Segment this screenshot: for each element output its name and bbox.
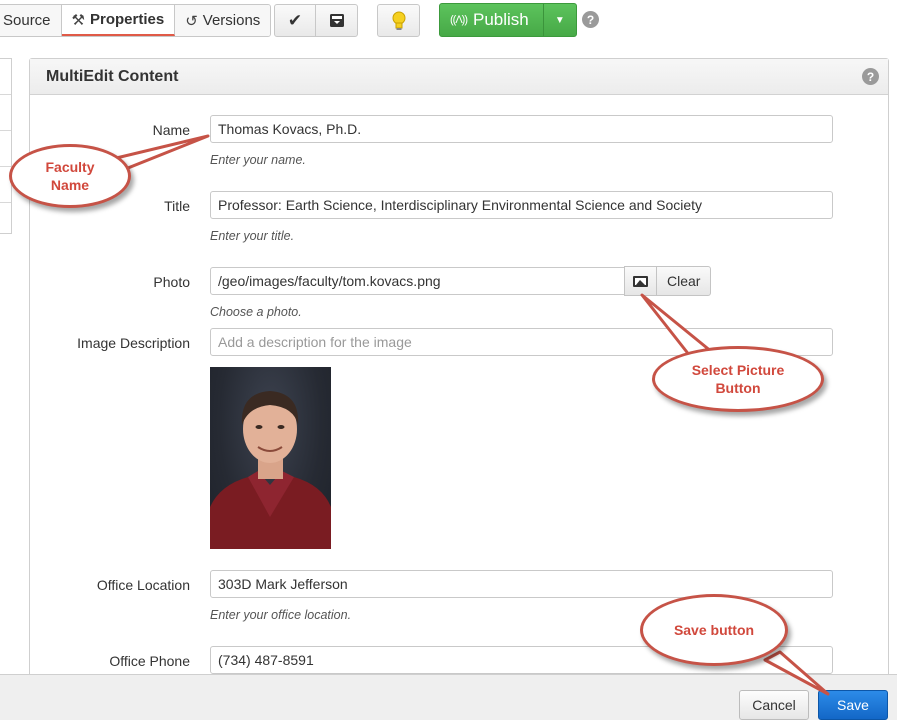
save-button-callout: Save button <box>640 594 788 666</box>
tips-button-group <box>377 4 420 37</box>
panel-title: MultiEdit Content <box>30 59 888 95</box>
portrait-image <box>210 391 331 549</box>
action-button-group: ✔ <box>274 4 358 37</box>
panel-help-icon[interactable]: ? <box>862 68 879 85</box>
tips-button[interactable] <box>378 5 419 36</box>
tab-versions-label: Versions <box>202 12 261 29</box>
tab-properties-label: Properties <box>89 11 165 28</box>
faculty-photo-preview <box>210 367 331 549</box>
faculty-name-callout-line1: Faculty <box>45 159 95 175</box>
side-nav-item[interactable] <box>0 59 11 95</box>
lightbulb-icon <box>392 11 405 30</box>
save-button[interactable]: Save <box>818 690 888 720</box>
tab-properties[interactable]: ⚒ Properties <box>61 5 176 36</box>
form-footer: Cancel Save <box>0 674 897 720</box>
title-input[interactable]: Professor: Earth Science, Interdisciplin… <box>210 191 833 219</box>
office-location-input[interactable]: 303D Mark Jefferson <box>210 570 833 598</box>
office-location-hint: Enter your office location. <box>210 608 352 622</box>
check-in-button[interactable]: ✔ <box>275 5 316 36</box>
name-input[interactable]: Thomas Kovacs, Ph.D. <box>210 115 833 143</box>
publish-label: Publish <box>473 10 529 29</box>
name-label: Name <box>152 122 190 138</box>
caret-down-icon: ▼ <box>554 14 565 26</box>
history-icon: ↺ <box>185 12 198 30</box>
office-location-label: Office Location <box>96 577 190 593</box>
clear-photo-button[interactable]: Clear <box>656 266 712 296</box>
tab-source[interactable]: Source <box>0 5 62 36</box>
select-picture-callout-line2: Button <box>715 380 761 396</box>
cancel-button[interactable]: Cancel <box>739 690 809 720</box>
publish-button[interactable]: ((Λ)) Publish <box>440 4 544 36</box>
archive-button[interactable] <box>316 5 357 36</box>
photo-path-input[interactable]: /geo/images/faculty/tom.kovacs.png <box>210 267 625 295</box>
picture-icon <box>633 275 648 287</box>
title-hint: Enter your title. <box>210 229 295 243</box>
archive-icon <box>329 14 344 27</box>
faculty-name-callout: Faculty Name <box>9 144 131 208</box>
tab-source-label: Source <box>3 12 51 29</box>
faculty-name-callout-line2: Name <box>50 177 90 193</box>
top-toolbar: Source ⚒ Properties ↺ Versions ✔ ((Λ)) P… <box>0 0 897 46</box>
help-icon[interactable]: ? <box>582 11 599 28</box>
publish-button-group: ((Λ)) Publish ▼ <box>439 3 577 37</box>
publish-dropdown-toggle[interactable]: ▼ <box>544 4 576 36</box>
tools-icon: ⚒ <box>71 11 85 29</box>
photo-hint: Choose a photo. <box>210 305 302 319</box>
photo-label: Photo <box>153 274 190 290</box>
office-phone-label: Office Phone <box>109 653 190 669</box>
broadcast-icon: ((Λ)) <box>450 13 468 26</box>
image-description-label: Image Description <box>77 335 190 351</box>
name-hint: Enter your name. <box>210 153 306 167</box>
select-picture-callout-line1: Select Picture <box>691 362 785 378</box>
tab-versions[interactable]: ↺ Versions <box>175 5 271 36</box>
select-picture-button[interactable] <box>624 266 657 296</box>
view-tabs: Source ⚒ Properties ↺ Versions <box>0 4 272 37</box>
checkmark-icon: ✔ <box>287 10 303 30</box>
save-button-callout-text: Save button <box>673 622 755 638</box>
select-picture-callout: Select Picture Button <box>652 346 824 412</box>
